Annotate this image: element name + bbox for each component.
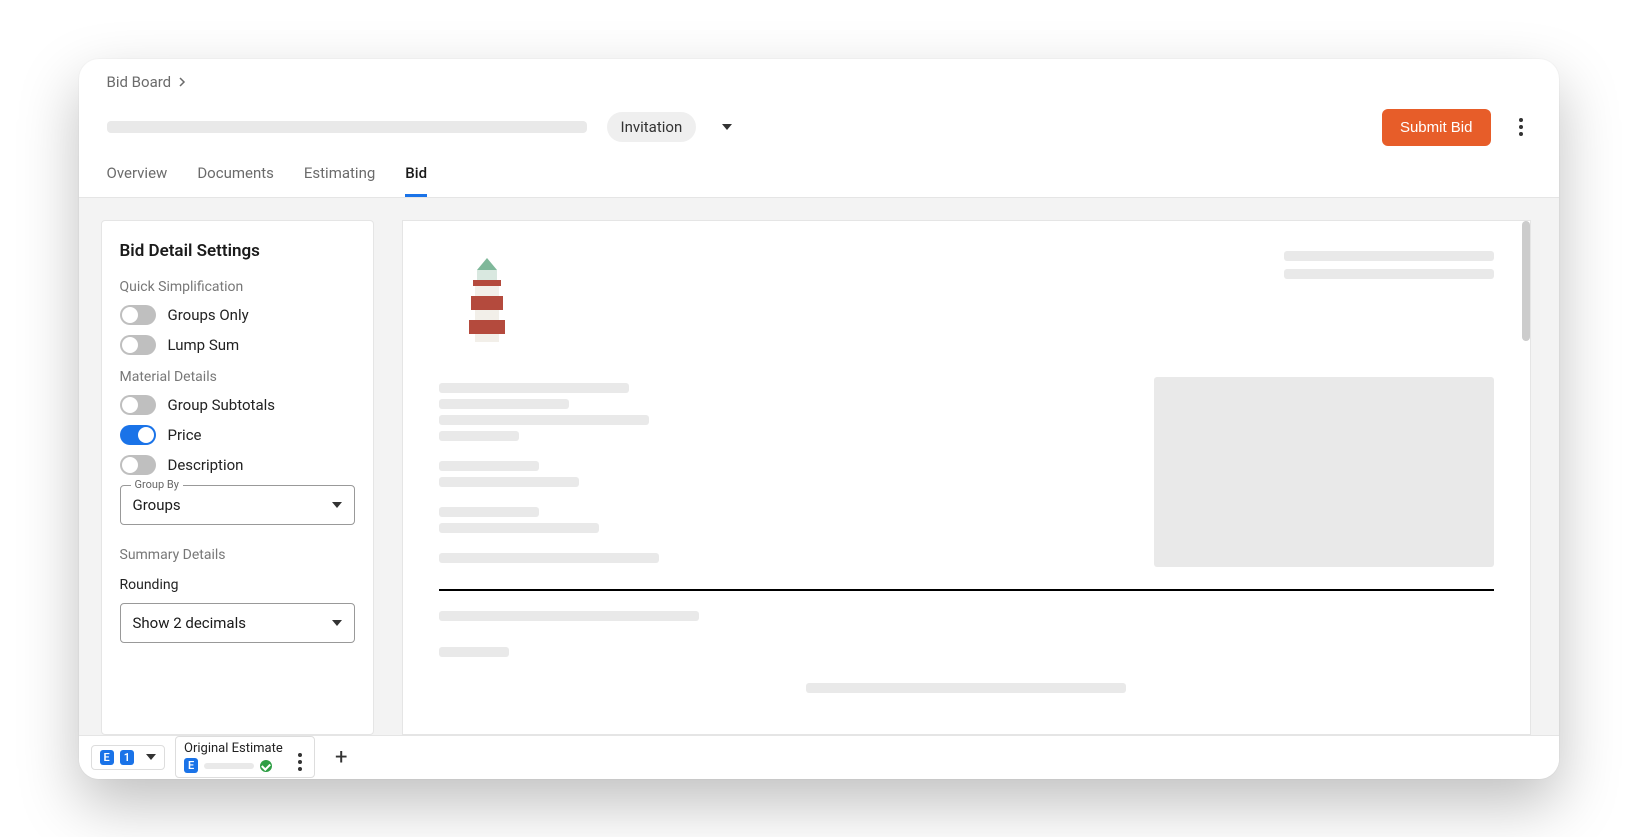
- skeleton-line: [439, 507, 539, 517]
- company-logo: [439, 251, 535, 347]
- estimate-tab-row: E: [184, 758, 306, 773]
- skeleton-image: [1154, 377, 1494, 567]
- lighthouse-icon: [457, 254, 517, 344]
- more-options-button[interactable]: [1511, 110, 1531, 144]
- tab-estimating[interactable]: Estimating: [304, 164, 375, 197]
- main-content: Bid Detail Settings Quick Simplification…: [79, 198, 1559, 735]
- skeleton-line: [1284, 251, 1494, 261]
- toggle-price[interactable]: [120, 425, 156, 445]
- nav-tabs: Overview Documents Estimating Bid: [79, 146, 1559, 198]
- title-placeholder: [107, 121, 587, 133]
- group-by-float-label: Group By: [131, 478, 183, 491]
- toggle-description-label: Description: [168, 456, 244, 474]
- add-estimate-button[interactable]: +: [325, 741, 357, 774]
- toggle-price-label: Price: [168, 426, 202, 444]
- rounding-label: Rounding: [120, 577, 355, 593]
- toggle-group-subtotals-label: Group Subtotals: [168, 396, 276, 414]
- estimate-selector[interactable]: E 1: [91, 745, 166, 770]
- skeleton-line: [439, 383, 629, 393]
- toggle-groups-only[interactable]: [120, 305, 156, 325]
- toggle-groups-only-row: Groups Only: [120, 305, 355, 325]
- rounding-select[interactable]: Show 2 decimals: [120, 603, 355, 643]
- skeleton-line: [439, 399, 569, 409]
- topbar: Bid Board: [79, 59, 1559, 91]
- section-summary-details: Summary Details: [120, 547, 355, 563]
- skeleton-line: [439, 461, 539, 471]
- toggle-lump-sum-row: Lump Sum: [120, 335, 355, 355]
- breadcrumb-label: Bid Board: [107, 73, 172, 91]
- toggle-lump-sum[interactable]: [120, 335, 156, 355]
- skeleton-line: [439, 523, 599, 533]
- estimate-footer: E 1 Original Estimate E +: [79, 735, 1559, 779]
- e-chip: E: [100, 750, 114, 765]
- skeleton-line: [439, 415, 649, 425]
- breadcrumb[interactable]: Bid Board: [107, 73, 1531, 91]
- estimate-tab[interactable]: Original Estimate E: [175, 736, 315, 778]
- toggle-groups-only-label: Groups Only: [168, 306, 249, 324]
- skeleton-line: [1284, 269, 1494, 279]
- skeleton-line: [439, 431, 519, 441]
- skeleton-line: [439, 647, 509, 657]
- tab-documents[interactable]: Documents: [197, 164, 274, 197]
- skeleton-line: [439, 611, 699, 621]
- submit-bid-button[interactable]: Submit Bid: [1382, 109, 1491, 146]
- estimate-tab-title: Original Estimate: [184, 741, 306, 756]
- e-count: 1: [120, 750, 134, 765]
- skeleton-line: [439, 553, 659, 563]
- estimate-tab-menu[interactable]: [290, 745, 310, 779]
- toggle-group-subtotals[interactable]: [120, 395, 156, 415]
- chevron-down-icon: [332, 620, 342, 626]
- scrollbar-thumb[interactable]: [1522, 221, 1530, 341]
- section-quick-simplification: Quick Simplification: [120, 279, 355, 295]
- tab-overview[interactable]: Overview: [107, 164, 168, 197]
- doc-header: [439, 251, 1494, 347]
- toggle-description[interactable]: [120, 455, 156, 475]
- chevron-down-icon[interactable]: [722, 124, 732, 130]
- doc-header-right: [1284, 251, 1494, 279]
- rounding-value: Show 2 decimals: [133, 614, 246, 632]
- skeleton-line: [204, 763, 254, 769]
- doc-body: [439, 377, 1494, 569]
- chevron-down-icon: [332, 502, 342, 508]
- chevron-down-icon: [146, 754, 156, 760]
- group-by-value: Groups: [133, 496, 181, 514]
- status-label: Invitation: [621, 118, 683, 136]
- doc-divider: [439, 589, 1494, 591]
- header-row: Invitation Submit Bid: [79, 91, 1559, 146]
- section-material-details: Material Details: [120, 369, 355, 385]
- toggle-description-row: Description: [120, 455, 355, 475]
- chevron-right-icon: [177, 77, 187, 87]
- document-preview[interactable]: [402, 220, 1531, 735]
- tab-bid[interactable]: Bid: [405, 164, 427, 197]
- app-window: Bid Board Invitation Submit Bid Overview…: [79, 59, 1559, 779]
- skeleton-line: [806, 683, 1126, 693]
- group-by-select[interactable]: Group By Groups: [120, 485, 355, 525]
- e-chip-small: E: [184, 758, 198, 773]
- doc-left-col: [439, 377, 1114, 569]
- sidebar-title: Bid Detail Settings: [120, 241, 355, 261]
- status-chip[interactable]: Invitation: [607, 112, 697, 142]
- skeleton-line: [439, 477, 579, 487]
- toggle-price-row: Price: [120, 425, 355, 445]
- toggle-lump-sum-label: Lump Sum: [168, 336, 240, 354]
- check-icon: [260, 760, 272, 772]
- settings-sidebar: Bid Detail Settings Quick Simplification…: [101, 220, 374, 735]
- toggle-group-subtotals-row: Group Subtotals: [120, 395, 355, 415]
